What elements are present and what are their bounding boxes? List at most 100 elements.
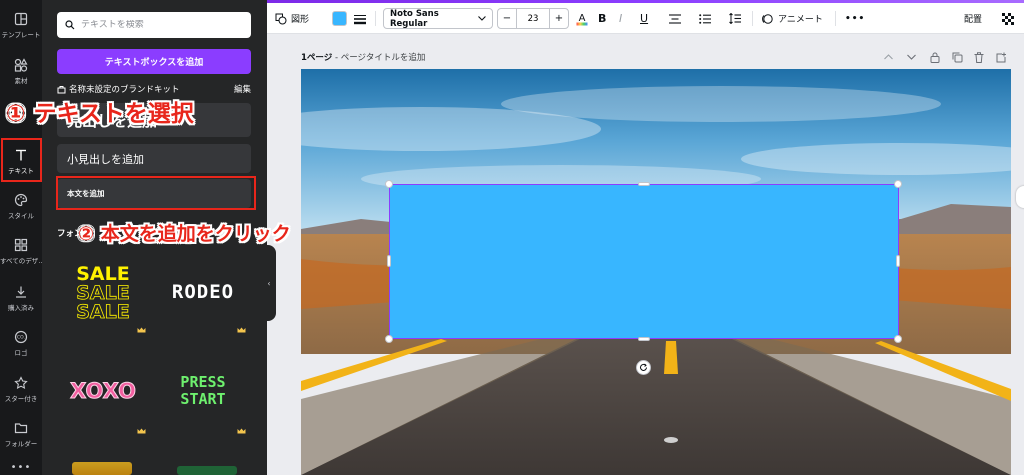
rail-label: 素材 <box>14 76 28 85</box>
left-rail: テンプレート 素材 テキスト スタイル すべてのデザ… 購入済み CO. ロゴ <box>0 0 42 475</box>
underline-icon: U <box>640 12 649 25</box>
font-tile-rodeo[interactable]: RODEO <box>157 256 249 328</box>
add-subheading-button[interactable]: 小見出しを追加 <box>57 144 251 173</box>
panel-collapse-button[interactable]: ‹ <box>262 245 276 321</box>
rotate-icon <box>640 363 647 371</box>
align-center-icon <box>669 13 681 24</box>
font-tile-text-outline: SALE <box>76 301 129 323</box>
crown-icon <box>237 428 246 434</box>
toolbar-divider <box>375 11 376 26</box>
duplicate-page-button[interactable] <box>952 50 963 64</box>
highlight-add-body-text <box>56 176 256 210</box>
more-options-button[interactable]: ••• <box>845 3 865 34</box>
search-input[interactable] <box>81 20 241 30</box>
lock-page-button[interactable] <box>930 50 940 64</box>
animate-button[interactable]: アニメート <box>761 3 823 34</box>
font-tile-partial[interactable] <box>72 462 132 475</box>
trash-icon <box>974 51 984 63</box>
rotate-handle[interactable] <box>636 360 651 375</box>
rail-item-folders[interactable]: フォルダー <box>0 413 42 455</box>
font-tile-partial[interactable] <box>177 466 237 475</box>
lock-icon <box>930 52 940 63</box>
text-color-button[interactable]: A <box>576 3 588 34</box>
crown-icon <box>237 327 246 333</box>
text-color-icon: A <box>576 13 588 25</box>
fill-color-button[interactable] <box>332 3 347 34</box>
border-style-button[interactable] <box>354 3 366 34</box>
add-page-icon <box>996 52 1006 62</box>
selected-blue-rectangle[interactable] <box>389 184 899 339</box>
rail-item-starred[interactable]: スター付き <box>0 368 42 410</box>
rail-more-button[interactable]: ••• <box>0 462 42 473</box>
resize-handle-top-right[interactable] <box>894 180 902 188</box>
resize-handle-top-left[interactable] <box>385 180 393 188</box>
rail-item-all-designs[interactable]: すべてのデザ… <box>0 230 42 272</box>
crown-icon <box>137 428 146 434</box>
rail-label: ロゴ <box>14 348 28 357</box>
border-lines-icon <box>354 14 366 24</box>
logo-icon: CO. <box>14 330 28 343</box>
font-tile-xoxo[interactable]: XOXO <box>57 354 149 426</box>
svg-text:CO.: CO. <box>17 334 25 340</box>
page-down-button[interactable] <box>907 50 916 64</box>
underline-button[interactable]: U <box>640 3 648 34</box>
resize-handle-bottom[interactable] <box>638 337 650 341</box>
page-title[interactable]: 1ページ - ページタイトルを追加 <box>301 51 425 63</box>
toolbar-divider <box>835 11 836 26</box>
folder-icon <box>14 422 28 433</box>
page-up-button[interactable] <box>884 50 893 64</box>
annotation-step2: ② 本文を追加をクリック <box>78 223 291 245</box>
elements-icon <box>14 57 28 72</box>
resize-handle-top[interactable] <box>638 182 650 186</box>
star-icon <box>14 375 28 389</box>
rail-label: スタイル <box>8 211 34 220</box>
duplicate-icon <box>952 52 963 62</box>
italic-button[interactable]: I <box>619 3 622 34</box>
palette-icon <box>14 193 28 206</box>
font-tile-press-start[interactable]: PRESS START <box>157 354 249 426</box>
brandkit-icon <box>57 85 66 93</box>
font-family-select[interactable]: Noto Sans Regular <box>383 8 493 29</box>
resize-handle-left[interactable] <box>387 255 391 267</box>
align-button[interactable] <box>669 3 681 34</box>
crown-icon <box>137 327 146 333</box>
page-title-placeholder: - ページタイトルを追加 <box>332 53 426 63</box>
resize-handle-bottom-right[interactable] <box>894 335 902 343</box>
transparency-icon <box>1002 12 1014 25</box>
template-icon <box>14 12 28 25</box>
delete-page-button[interactable] <box>974 50 984 64</box>
animate-icon <box>762 13 773 24</box>
right-side-scroll-button[interactable] <box>1016 186 1024 208</box>
font-size-wrap: − + <box>497 3 569 34</box>
font-size-decrease-button[interactable]: − <box>498 13 516 24</box>
shape-icon <box>275 13 287 24</box>
rail-item-elements[interactable]: 素材 <box>0 50 42 92</box>
arrange-button[interactable]: 配置 <box>964 3 982 34</box>
search-box[interactable] <box>57 12 251 38</box>
rail-item-purchased[interactable]: 購入済み <box>0 277 42 319</box>
svg-text:START: START <box>180 390 225 408</box>
spacing-button[interactable] <box>729 3 741 34</box>
rail-item-templates[interactable]: テンプレート <box>0 4 42 46</box>
rail-label: フォルダー <box>4 439 38 448</box>
rail-label: スター付き <box>4 394 38 403</box>
animate-label: アニメート <box>778 15 823 25</box>
font-size-increase-button[interactable]: + <box>550 13 568 24</box>
add-page-button[interactable] <box>996 50 1007 64</box>
sale-preview: SALE SALE SALE <box>76 263 130 323</box>
bold-button[interactable]: B <box>598 3 606 34</box>
shape-button[interactable]: 図形 <box>275 3 309 34</box>
font-size-input[interactable] <box>516 9 550 28</box>
brandkit-edit-link[interactable]: 編集 <box>234 83 251 95</box>
rail-item-styles[interactable]: スタイル <box>0 185 42 227</box>
list-button[interactable] <box>699 3 711 34</box>
line-spacing-icon <box>729 13 741 24</box>
chevron-up-icon <box>884 54 893 60</box>
font-tile-sale[interactable]: SALE SALE SALE <box>57 256 149 328</box>
resize-handle-bottom-left[interactable] <box>385 335 393 343</box>
font-select-wrap: Noto Sans Regular <box>383 3 493 34</box>
rail-item-logos[interactable]: CO. ロゴ <box>0 322 42 364</box>
add-textbox-button[interactable]: テキストボックスを追加 <box>57 49 251 74</box>
transparency-button[interactable] <box>1002 3 1014 34</box>
resize-handle-right[interactable] <box>896 255 900 267</box>
